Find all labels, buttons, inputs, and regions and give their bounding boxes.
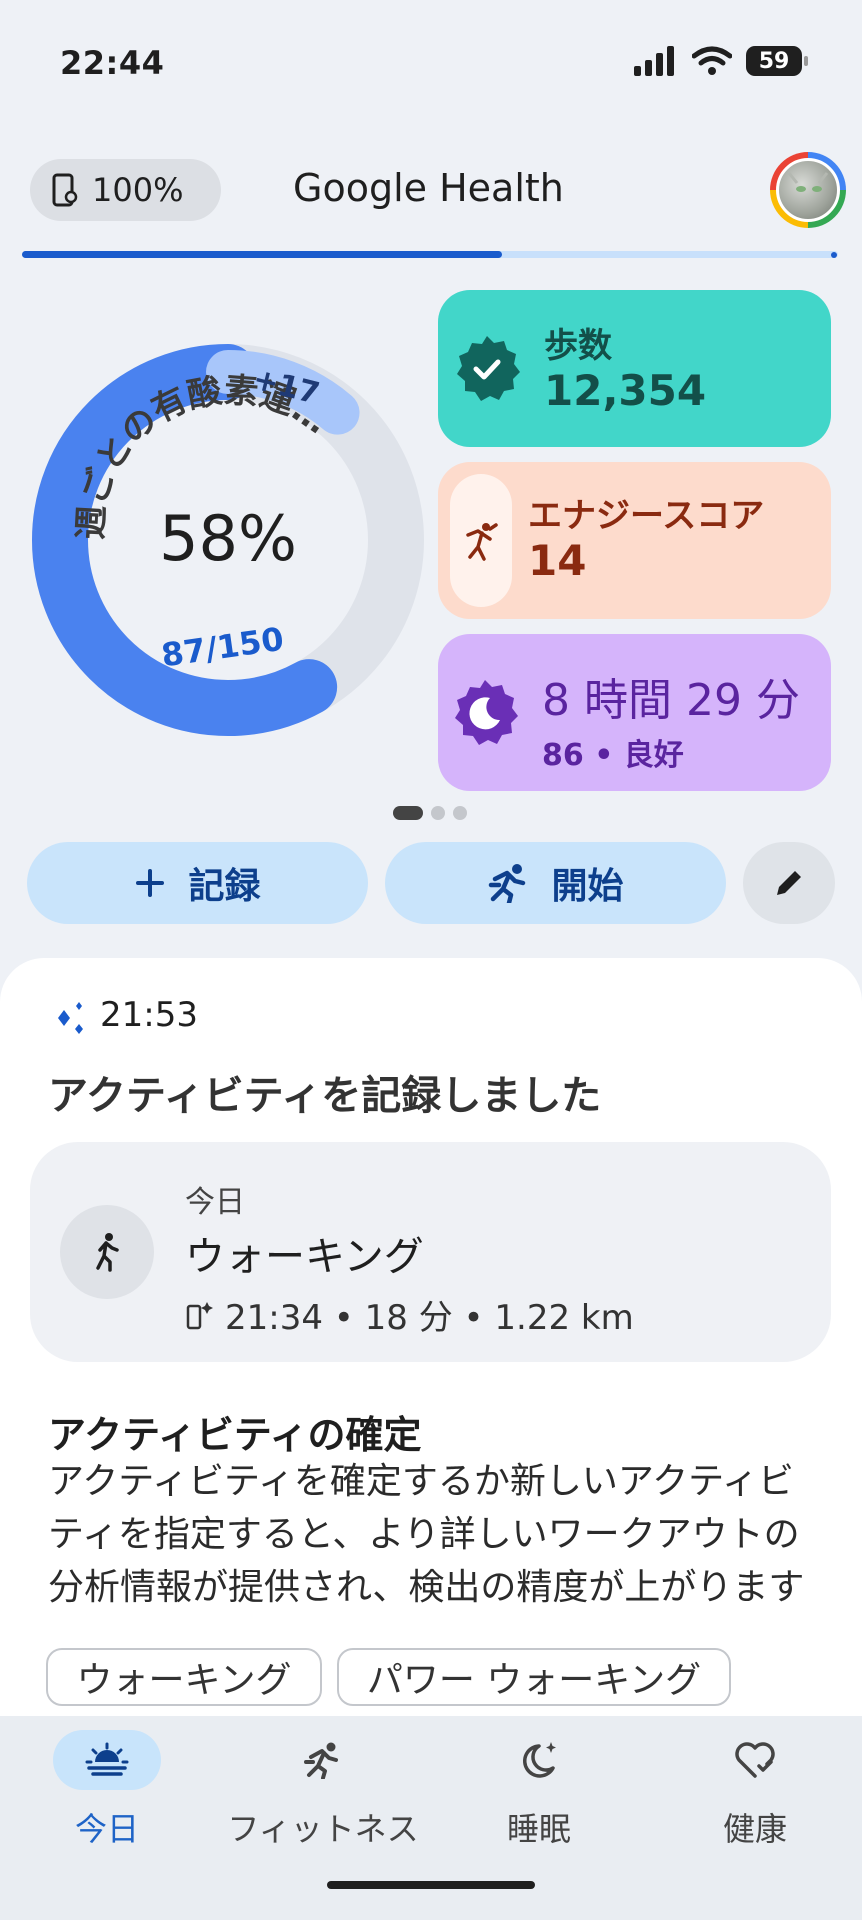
chip-walking[interactable]: ウォーキング xyxy=(46,1648,322,1706)
nav-health[interactable]: 健康 xyxy=(655,1730,855,1850)
confirm-title: アクティビティの確定 xyxy=(48,1413,422,1457)
ring-percent: 58% xyxy=(159,502,297,575)
sleep-subtitle: 86 • 良好 xyxy=(542,738,684,773)
sync-progress-fill xyxy=(22,251,502,258)
energy-runner-icon xyxy=(466,522,498,561)
nav-today-label: 今日 xyxy=(74,1810,139,1848)
confirm-body: アクティビティを確定するか新しいアクティビティを指定すると、より詳しいワークアウ… xyxy=(48,1461,805,1608)
sleep-badge-icon xyxy=(455,680,518,745)
nav-fitness-label: フィットネス xyxy=(227,1810,419,1848)
status-icons: 59 xyxy=(634,46,808,76)
steps-value: 12,354 xyxy=(544,366,707,415)
carousel-dot[interactable] xyxy=(393,806,423,820)
device-battery-label: 100% xyxy=(92,171,184,209)
carousel-indicator[interactable] xyxy=(393,806,467,820)
walking-icon xyxy=(60,1205,154,1299)
energy-value: 14 xyxy=(528,536,587,585)
pencil-icon xyxy=(777,871,801,895)
signal-icon xyxy=(634,46,674,76)
ring-progress-label: 87/150 xyxy=(159,620,286,675)
avatar-photo xyxy=(776,158,840,222)
activity-detail: 21:34 • 18 分 • 1.22 km xyxy=(225,1298,634,1338)
status-time: 22:44 xyxy=(60,44,165,82)
insight-time: 21:53 xyxy=(100,995,198,1035)
phone-battery-icon xyxy=(52,173,78,207)
battery-icon: 59 xyxy=(746,46,808,76)
avatar[interactable] xyxy=(770,152,846,228)
today-icon xyxy=(85,1742,129,1776)
sleep-icon xyxy=(523,1742,556,1778)
steps-badge-icon xyxy=(457,336,520,401)
nav-sleep-pill xyxy=(485,1730,593,1790)
activity-name: ウォーキング xyxy=(185,1234,424,1280)
wifi-icon xyxy=(692,46,732,75)
battery-level: 59 xyxy=(758,48,790,74)
energy-label: エナジースコア xyxy=(528,496,765,536)
steps-label: 歩数 xyxy=(544,326,612,366)
device-battery-chip[interactable]: 100% xyxy=(30,159,221,221)
start-button-label: 開始 xyxy=(551,866,624,907)
plus-icon xyxy=(136,869,165,897)
energy-icon-pill xyxy=(450,474,512,607)
app-title: Google Health xyxy=(293,166,564,210)
sync-progress-end xyxy=(831,252,837,258)
activity-day: 今日 xyxy=(185,1185,245,1220)
activity-detail-row: 21:34 • 18 分 • 1.22 km xyxy=(185,1290,634,1339)
home-indicator[interactable] xyxy=(327,1881,535,1889)
record-button-label: 記録 xyxy=(188,866,261,907)
carousel-dot[interactable] xyxy=(431,806,445,820)
chip-power-walking[interactable]: パワー ウォーキング xyxy=(337,1648,731,1706)
nav-sleep[interactable]: 睡眠 xyxy=(439,1730,639,1850)
start-button[interactable]: 開始 xyxy=(385,842,726,924)
fitness-icon xyxy=(304,1742,338,1779)
auto-detected-icon xyxy=(186,1301,213,1329)
health-icon xyxy=(735,1742,775,1778)
nav-health-label: 健康 xyxy=(722,1810,787,1848)
record-button[interactable]: 記録 xyxy=(27,842,368,924)
sleep-value: 8 時間 29 分 xyxy=(542,675,800,726)
running-icon xyxy=(489,864,526,903)
nav-fitness-pill xyxy=(269,1730,377,1790)
insight-title: アクティビティを記録しました xyxy=(48,1073,602,1119)
nav-today[interactable]: 今日 xyxy=(7,1730,207,1850)
energy-score-card[interactable]: エナジースコア 14 xyxy=(438,462,831,619)
steps-card[interactable]: 歩数 12,354 xyxy=(438,290,831,447)
nav-sleep-label: 睡眠 xyxy=(506,1810,571,1848)
nav-fitness[interactable]: フィットネス xyxy=(223,1730,423,1850)
carousel-dot[interactable] xyxy=(453,806,467,820)
sparkle-icon xyxy=(58,1002,83,1034)
sleep-card[interactable]: 8 時間 29 分 86 • 良好 xyxy=(438,634,831,791)
weekly-cardio-ring[interactable]: 週ごとの有酸素運… 58% 87/150 +17 xyxy=(28,340,428,740)
nav-health-pill xyxy=(701,1730,809,1790)
edit-button[interactable] xyxy=(743,842,835,924)
nav-today-pill xyxy=(53,1730,161,1790)
